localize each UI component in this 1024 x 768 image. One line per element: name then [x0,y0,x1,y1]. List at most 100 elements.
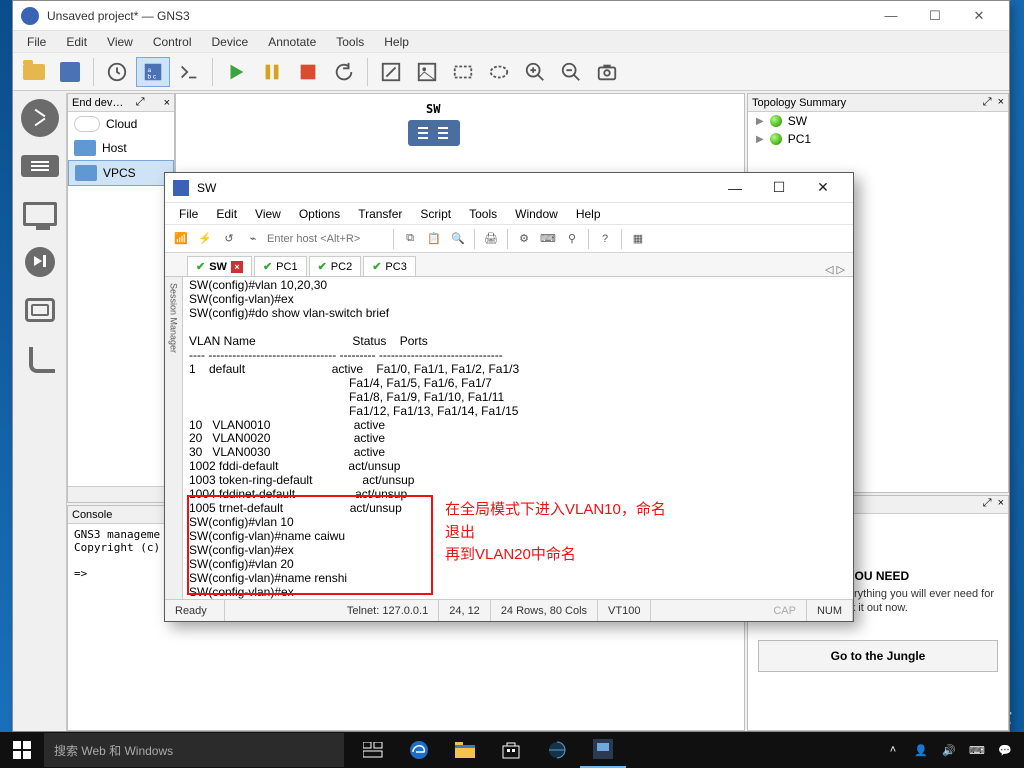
edge-icon[interactable] [396,732,442,768]
tmenu-help[interactable]: Help [568,205,609,223]
menu-tools[interactable]: Tools [328,33,372,51]
prefs-icon[interactable]: ▦ [628,229,648,249]
undock-icon[interactable]: ⤢ [136,96,145,109]
scrollbar-x[interactable] [68,486,174,502]
save-icon[interactable] [53,57,87,87]
tmenu-view[interactable]: View [247,205,289,223]
tab-pc2[interactable]: ✔PC2 [309,256,362,276]
device-cloud[interactable]: Cloud [68,112,174,136]
zoom-out-icon[interactable] [554,57,588,87]
host-input[interactable] [267,233,387,245]
tmenu-options[interactable]: Options [291,205,348,223]
dock-pc-icon[interactable] [17,191,63,237]
terminal-titlebar[interactable]: SW — ☐ ✕ [165,173,853,203]
minimize-button[interactable]: — [869,2,913,30]
tray-notification-icon[interactable]: 💬 [996,741,1014,759]
store-icon[interactable] [488,732,534,768]
close-button[interactable]: ✕ [957,2,1001,30]
pause-icon[interactable] [255,57,289,87]
tmenu-file[interactable]: File [171,205,206,223]
dock-security-icon[interactable] [17,239,63,285]
dock-router-icon[interactable] [17,95,63,141]
menu-control[interactable]: Control [145,33,200,51]
tab-prev-icon[interactable]: ◁ [825,264,833,276]
taskbar-search[interactable]: 搜索 Web 和 Windows [44,733,344,767]
open-icon[interactable] [17,57,51,87]
undock-icon[interactable]: ⤢ [983,96,992,109]
start-button[interactable] [0,732,44,768]
explorer-icon[interactable] [442,732,488,768]
maximize-button[interactable]: ☐ [757,174,801,202]
session-icon[interactable]: ⚲ [562,229,582,249]
close-panel-icon[interactable]: × [998,497,1004,512]
session-manager-tab[interactable]: Session Manager [165,277,183,599]
tray-up-icon[interactable]: ˄ [884,741,902,759]
dock-switch-icon[interactable] [17,143,63,189]
menu-file[interactable]: File [19,33,54,51]
task-gns3-icon[interactable] [580,732,626,768]
dock-link-icon[interactable] [17,335,63,381]
restart-icon[interactable] [327,57,361,87]
tray-keyboard-icon[interactable]: ⌨ [968,741,986,759]
reload-icon[interactable] [100,57,134,87]
close-panel-icon[interactable]: × [998,96,1004,109]
paste-icon[interactable]: 📋 [424,229,444,249]
console-all-icon[interactable] [172,57,206,87]
ellipse-icon[interactable] [482,57,516,87]
image-icon[interactable] [410,57,444,87]
tray-people-icon[interactable]: 👤 [912,741,930,759]
screenshot-icon[interactable] [590,57,624,87]
tab-pc1[interactable]: ✔PC1 [254,256,307,276]
tab-sw[interactable]: ✔SW× [187,256,252,276]
play-icon[interactable] [219,57,253,87]
reconnect-icon[interactable]: ↺ [219,229,239,249]
quick-connect-icon[interactable]: ⚡ [195,229,215,249]
gns3-titlebar[interactable]: Unsaved project* — GNS3 — ☐ ✕ [13,1,1009,31]
close-tab-icon[interactable]: × [231,261,243,273]
dock-all-icon[interactable] [17,287,63,333]
undock-icon[interactable]: ⤢ [983,497,992,512]
task-browser-icon[interactable] [534,732,580,768]
menu-view[interactable]: View [99,33,141,51]
canvas-switch-icon[interactable] [408,120,460,146]
terminal-app-icon [173,180,189,196]
stop-icon[interactable] [291,57,325,87]
connect-icon[interactable]: 📶 [171,229,191,249]
tab-pc3[interactable]: ✔PC3 [363,256,416,276]
device-vpcs[interactable]: VPCS [68,160,174,186]
tmenu-window[interactable]: Window [507,205,566,223]
tray-volume-icon[interactable]: 🔊 [940,741,958,759]
device-panel-title: End dev… [72,97,123,109]
tmenu-edit[interactable]: Edit [208,205,245,223]
annotate-icon[interactable] [374,57,408,87]
close-panel-icon[interactable]: × [164,97,170,109]
close-button[interactable]: ✕ [801,174,845,202]
menu-help[interactable]: Help [376,33,417,51]
disconnect-icon[interactable]: ⌁ [243,229,263,249]
status-connection: Telnet: 127.0.0.1 [337,600,439,621]
menu-annotate[interactable]: Annotate [260,33,324,51]
rect-icon[interactable] [446,57,480,87]
topo-node-sw[interactable]: ▶SW [748,112,1008,130]
device-host[interactable]: Host [68,136,174,160]
topo-node-pc1[interactable]: ▶PC1 [748,130,1008,148]
copy-icon[interactable]: ⧉ [400,229,420,249]
print-icon[interactable]: 🖨 [481,229,501,249]
menu-edit[interactable]: Edit [58,33,95,51]
minimize-button[interactable]: — [713,174,757,202]
go-to-jungle-button[interactable]: Go to the Jungle [758,640,998,672]
find-icon[interactable]: 🔍 [448,229,468,249]
tmenu-script[interactable]: Script [412,205,459,223]
tab-next-icon[interactable]: ▷ [837,264,845,276]
help-icon[interactable]: ? [595,229,615,249]
tmenu-transfer[interactable]: Transfer [350,205,410,223]
keyboard-icon[interactable]: ⌨ [538,229,558,249]
maximize-button[interactable]: ☐ [913,2,957,30]
tmenu-tools[interactable]: Tools [461,205,505,223]
task-view-icon[interactable] [350,732,396,768]
menu-device[interactable]: Device [204,33,257,51]
zoom-in-icon[interactable] [518,57,552,87]
settings-icon[interactable]: ⚙ [514,229,534,249]
terminal-body[interactable]: SW(config)#vlan 10,20,30 SW(config-vlan)… [183,277,853,599]
snap-grid-icon[interactable]: ab c [136,57,170,87]
